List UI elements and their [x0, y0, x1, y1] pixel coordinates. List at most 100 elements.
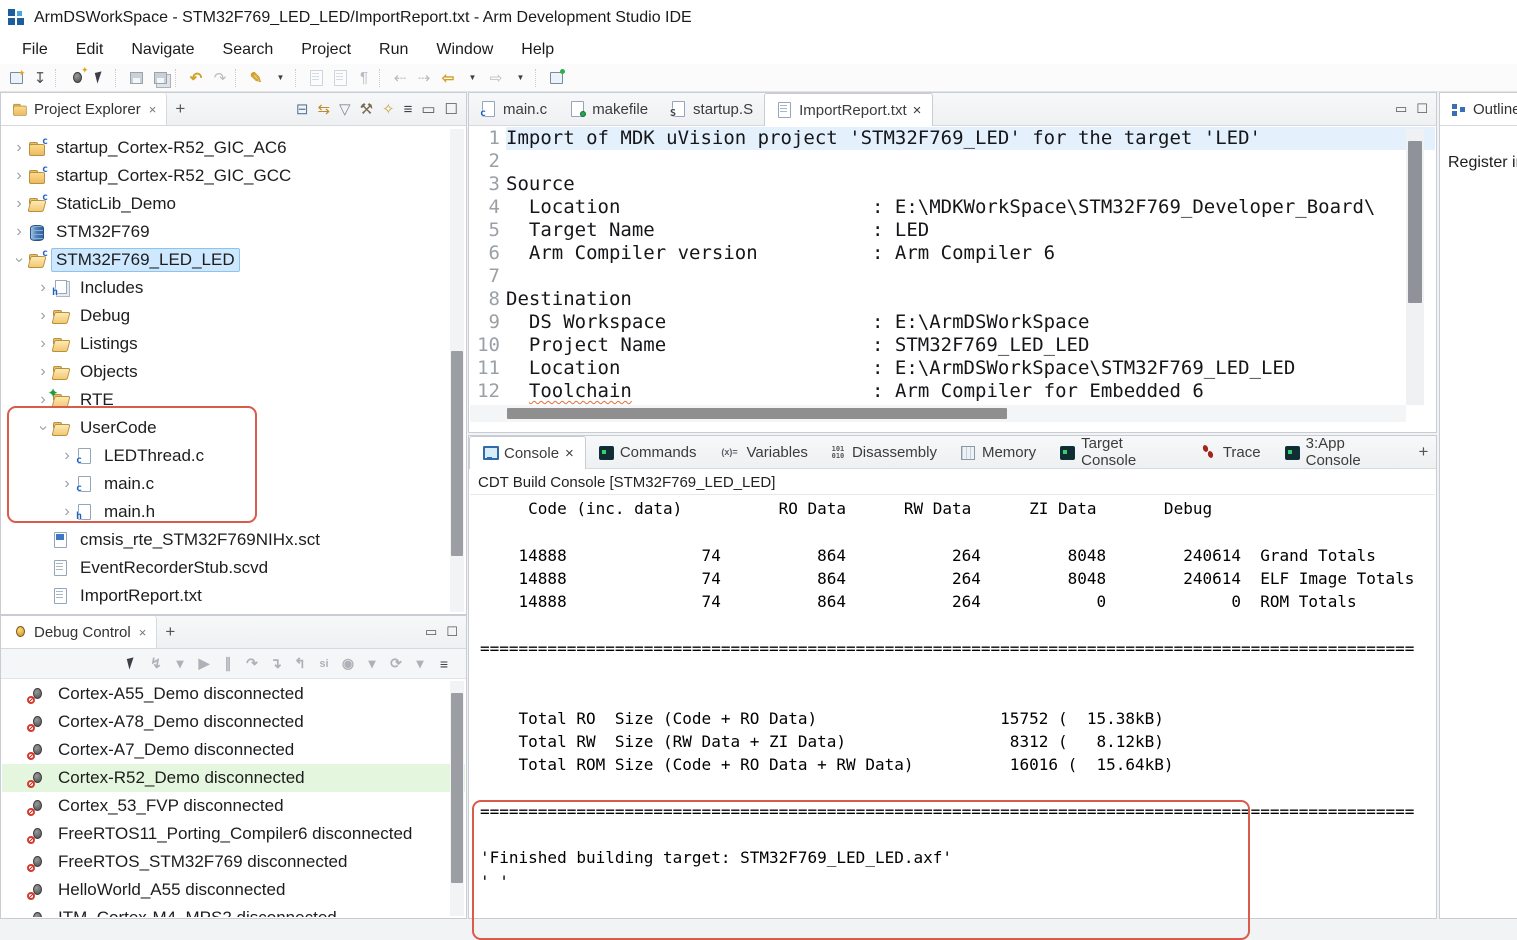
close-icon[interactable]: × [565, 445, 574, 462]
last-edit-forward-icon[interactable]: ⇢ [413, 66, 435, 90]
minimize-icon[interactable]: ▭ [425, 624, 437, 640]
step-return-icon[interactable]: ↰ [289, 652, 311, 676]
tree-item-objects[interactable]: ›Objects [2, 358, 465, 386]
menu-search[interactable]: Search [209, 38, 288, 62]
back-dropdown-icon[interactable]: ▼ [461, 66, 483, 90]
editor-tab-importreport-txt[interactable]: ImportReport.txt× [764, 93, 933, 126]
breakpoint-dropdown-icon[interactable]: ▾ [361, 652, 383, 676]
maximize-icon[interactable]: ☐ [446, 624, 458, 640]
debug-session-itm_cortex-m4_mps2[interactable]: ITM_Cortex-M4_MPS2 disconnected [2, 904, 465, 917]
pen-dropdown-icon[interactable]: ▼ [269, 66, 291, 90]
chevron-right-icon[interactable]: › [34, 364, 52, 380]
connect-target-icon[interactable] [89, 66, 111, 90]
view-menu-icon[interactable]: ≡ [433, 652, 455, 676]
chevron-right-icon[interactable]: › [10, 168, 28, 184]
editor-vscrollbar-thumb[interactable] [1408, 141, 1422, 303]
editor-content[interactable]: 1Import of MDK uVision project 'STM32F76… [470, 127, 1435, 405]
menu-file[interactable]: File [8, 38, 62, 62]
menu-navigate[interactable]: Navigate [117, 38, 208, 62]
minimize-icon[interactable]: ▭ [421, 100, 435, 118]
menu-edit[interactable]: Edit [62, 38, 118, 62]
tree-item-startup-cortex-r52-gic-gcc[interactable]: ›cstartup_Cortex-R52_GIC_GCC [2, 162, 465, 190]
chevron-right-icon[interactable]: › [58, 476, 76, 492]
new-debug-connection-icon[interactable]: ✦ [65, 66, 87, 90]
save-all-icon[interactable] [149, 66, 171, 90]
console-output[interactable]: Code (inc. data) RO Data RW Data ZI Data… [470, 495, 1435, 917]
console-tab-memory[interactable]: Memory [948, 436, 1047, 468]
tree-item-stm32f769-led-led[interactable]: ›cSTM32F769_LED_LED [2, 246, 465, 274]
debug-session-cortex-a78_demo[interactable]: Cortex-A78_Demo disconnected [2, 708, 465, 736]
menu-help[interactable]: Help [507, 38, 568, 62]
tree-item-debug[interactable]: ›Debug [2, 302, 465, 330]
chevron-right-icon[interactable]: › [10, 224, 28, 240]
editor-hscrollbar-thumb[interactable] [507, 408, 1007, 419]
last-edit-back-icon[interactable]: ⇠ [389, 66, 411, 90]
tree-item-ledthread-c[interactable]: ›cLEDThread.c [2, 442, 465, 470]
console-tab-3-app-console[interactable]: 3:App Console [1272, 436, 1411, 468]
show-whitespace-icon[interactable]: ¶ [353, 66, 375, 90]
menu-run[interactable]: Run [365, 38, 422, 62]
pause-icon[interactable]: ∥ [217, 652, 239, 676]
pin-editor-icon[interactable] [545, 66, 567, 90]
editor-vscrollbar[interactable] [1406, 129, 1424, 405]
debug-session-freertos_stm32f769[interactable]: FreeRTOS_STM32F769 disconnected [2, 848, 465, 876]
console-tab-target-console[interactable]: Target Console [1047, 436, 1189, 468]
tree-item-stm32f769[interactable]: ›STM32F769 [2, 218, 465, 246]
editor-hscrollbar[interactable] [470, 405, 1406, 422]
chevron-right-icon[interactable]: › [58, 504, 76, 520]
close-icon[interactable]: × [913, 102, 922, 119]
editor-tab-startup-s[interactable]: Sstartup.S [659, 93, 764, 125]
view-menu-icon[interactable]: ≡ [404, 101, 413, 118]
restart-icon[interactable]: ⟳ [385, 652, 407, 676]
chevron-right-icon[interactable]: › [10, 196, 28, 212]
undo-icon[interactable]: ↶ [185, 66, 207, 90]
tree-item-main-h[interactable]: ›hmain.h [2, 498, 465, 526]
debug-session-helloworld_a55[interactable]: HelloWorld_A55 disconnected [2, 876, 465, 904]
tree-item-cmsis-rte-stm32f769nihx-sct[interactable]: cmsis_rte_STM32F769NIHx.sct [2, 526, 465, 554]
build-icon[interactable]: ⚒ [360, 100, 373, 118]
chevron-down-icon[interactable]: › [11, 251, 27, 269]
editor-tab-main-c[interactable]: cmain.c [469, 93, 558, 125]
forward-icon[interactable]: ⇨ [485, 66, 507, 90]
step-over-icon[interactable]: ↷ [241, 652, 263, 676]
chevron-down-icon[interactable]: › [35, 419, 51, 437]
dc-scrollbar[interactable] [450, 681, 464, 916]
import-icon[interactable]: ↧ [29, 66, 51, 90]
tab-debug-control[interactable]: Debug Control × [1, 616, 157, 648]
tree-item-eventrecorderstub-scvd[interactable]: EventRecorderStub.scvd [2, 554, 465, 582]
step-instruction-icon[interactable]: si [313, 652, 335, 676]
console-tab-commands[interactable]: Commands [586, 436, 708, 468]
tab-project-explorer[interactable]: Project Explorer × [1, 93, 167, 125]
maximize-icon[interactable]: ☐ [445, 100, 458, 118]
debug-session-cortex-a55_demo[interactable]: Cortex-A55_Demo disconnected [2, 680, 465, 708]
tree-item-listings[interactable]: ›Listings [2, 330, 465, 358]
step-into-icon[interactable]: ↴ [265, 652, 287, 676]
console-tab-variables[interactable]: (x)=Variables [708, 436, 819, 468]
restart-dropdown-icon[interactable]: ▾ [409, 652, 431, 676]
close-icon[interactable]: × [139, 625, 147, 640]
chevron-right-icon[interactable]: › [34, 336, 52, 352]
debug-session-cortex_53_fvp[interactable]: Cortex_53_FVP disconnected [2, 792, 465, 820]
new-console-button[interactable]: + [1411, 436, 1436, 468]
editor-tab-makefile[interactable]: makefile [558, 93, 659, 125]
new-view-button[interactable]: + [157, 616, 183, 648]
pe-scrollbar[interactable] [450, 129, 464, 612]
connect-dropdown-icon[interactable]: ▾ [169, 652, 191, 676]
debug-session-freertos11_porting_compiler6[interactable]: FreeRTOS11_Porting_Compiler6 disconnecte… [2, 820, 465, 848]
tree-item-usercode[interactable]: ›UserCode [2, 414, 465, 442]
tab-outline[interactable]: Outline [1440, 93, 1517, 125]
tree-item-led[interactable]: LED [2, 610, 465, 613]
forward-dropdown-icon[interactable]: ▼ [509, 66, 531, 90]
console-tab-console[interactable]: Console× [469, 436, 586, 469]
pe-scrollbar-thumb[interactable] [451, 351, 463, 556]
connect-target-icon[interactable] [121, 652, 143, 676]
new-wizard-icon[interactable]: ✦ [5, 66, 27, 90]
save-icon[interactable] [125, 66, 147, 90]
filter-icon[interactable]: ▽ [339, 100, 351, 118]
console-tab-trace[interactable]: Trace [1189, 436, 1272, 468]
open-element-icon[interactable] [329, 66, 351, 90]
clean-icon[interactable]: ✧ [382, 100, 395, 118]
tree-item-importreport-txt[interactable]: ImportReport.txt [2, 582, 465, 610]
chevron-right-icon[interactable]: › [58, 448, 76, 464]
back-icon[interactable]: ⇦ [437, 66, 459, 90]
